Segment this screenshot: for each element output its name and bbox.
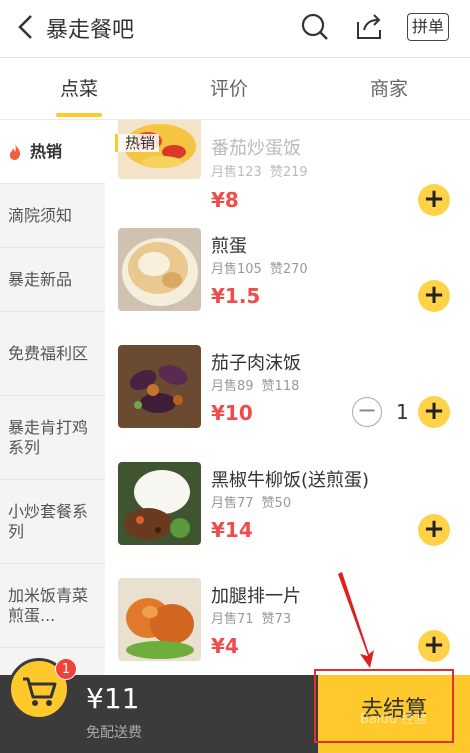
sidebar-item-label: 热销 [30, 141, 63, 161]
dish-stats: 月售89 赞118 [211, 375, 299, 394]
sidebar-item-free[interactable]: 免费福利区 [0, 312, 105, 396]
list-item[interactable]: 茄子肉沫饭 月售89 赞118 ¥10 − 1 + [105, 345, 470, 461]
dish-name: 加腿排一片 [211, 586, 301, 607]
sidebar-item-hot[interactable]: 热销 [0, 120, 105, 184]
add-button[interactable]: + [418, 396, 450, 428]
add-button[interactable]: + [418, 184, 450, 216]
cart-count-badge: 1 [55, 658, 77, 680]
list-item[interactable]: 加腿排一片 月售71 赞73 ¥4 + [105, 578, 470, 675]
cart-total: ¥11 [86, 682, 140, 715]
monthly-sales: 月售77 [211, 496, 254, 511]
dish-price: ¥4 [211, 634, 239, 658]
group-order-button[interactable]: 拼单 [407, 13, 449, 41]
tab-bar: 点菜 评价 商家 [0, 58, 470, 120]
category-sidebar: 热销 滴院须知 暴走新品 免费福利区 暴走肯打鸡系列 小炒套餐系列 加米饭青菜煎… [0, 120, 105, 675]
dish-name: 番茄炒蛋饭 [211, 138, 301, 159]
tab-merchant[interactable]: 商家 [340, 58, 438, 120]
delivery-fee-text: 免配送费 [86, 725, 142, 741]
dish-stats: 月售123 赞219 [211, 161, 308, 180]
dish-image [118, 462, 201, 545]
dish-name: 黑椒牛柳饭(送煎蛋) [211, 470, 370, 491]
list-item[interactable]: 煎蛋 月售105 赞270 ¥1.5 + [105, 228, 470, 344]
like-count: 赞118 [261, 379, 300, 394]
sidebar-item-label: 暴走肯打鸡系列 [8, 417, 89, 457]
sidebar-item-label: 免费福利区 [8, 343, 89, 363]
back-arrow-icon[interactable] [14, 12, 38, 42]
dish-price: ¥14 [211, 518, 253, 542]
sidebar-item-label: 滴院须知 [8, 205, 73, 225]
sidebar-item-extras[interactable]: 加米饭青菜煎蛋... [0, 564, 105, 648]
dish-price: ¥8 [211, 188, 239, 212]
like-count: 赞270 [269, 262, 308, 277]
dish-stats: 月售71 赞73 [211, 608, 291, 627]
sidebar-item-label: 加米饭青菜煎蛋... [8, 585, 89, 625]
item-quantity: 1 [396, 400, 409, 424]
dish-stats: 月售77 赞50 [211, 492, 291, 511]
sidebar-item-label: 暴走新品 [8, 269, 73, 289]
list-item[interactable]: 番茄炒蛋饭 月售123 赞219 ¥8 + [105, 120, 470, 216]
section-header: 热销 [115, 134, 160, 152]
dish-name: 煎蛋 [211, 236, 247, 257]
watermark-text: Baidu 经验 [360, 712, 428, 727]
dish-stats: 月售105 赞270 [211, 258, 308, 277]
add-button[interactable]: + [418, 280, 450, 312]
list-item[interactable]: 黑椒牛柳饭(送煎蛋) 月售77 赞50 ¥14 + [105, 462, 470, 578]
sidebar-item-notice[interactable]: 滴院须知 [0, 184, 105, 248]
sidebar-item-stirfry[interactable]: 小炒套餐系列 [0, 480, 105, 564]
add-button[interactable]: + [418, 514, 450, 546]
dish-image [118, 345, 201, 428]
sidebar-item-chicken[interactable]: 暴走肯打鸡系列 [0, 396, 105, 480]
sidebar-item-new[interactable]: 暴走新品 [0, 248, 105, 312]
tab-reviews[interactable]: 评价 [180, 58, 278, 120]
dish-image [118, 578, 201, 661]
flame-icon [9, 143, 21, 160]
like-count: 赞50 [261, 496, 292, 511]
search-icon[interactable] [300, 12, 330, 42]
tab-order[interactable]: 点菜 [30, 58, 128, 120]
page-title: 暴走餐吧 [46, 18, 135, 43]
like-count: 赞73 [261, 612, 292, 627]
menu-list: 番茄炒蛋饭 月售123 赞219 ¥8 + 热销 煎蛋 月售105 赞270 ¥1.… [105, 120, 470, 675]
monthly-sales: 月售123 [211, 165, 262, 180]
share-icon[interactable] [354, 12, 384, 42]
dish-name: 茄子肉沫饭 [211, 353, 301, 374]
monthly-sales: 月售89 [211, 379, 254, 394]
dish-price: ¥1.5 [211, 284, 261, 308]
like-count: 赞219 [269, 165, 308, 180]
dish-image [118, 228, 201, 311]
active-tab-indicator [56, 113, 102, 117]
app-header: 暴走餐吧 拼单 [0, 0, 470, 58]
monthly-sales: 月售71 [211, 612, 254, 627]
add-button[interactable]: + [418, 630, 450, 662]
remove-button[interactable]: − [352, 397, 382, 427]
dish-price: ¥10 [211, 401, 253, 425]
sidebar-item-label: 小炒套餐系列 [8, 501, 89, 541]
monthly-sales: 月售105 [211, 262, 262, 277]
